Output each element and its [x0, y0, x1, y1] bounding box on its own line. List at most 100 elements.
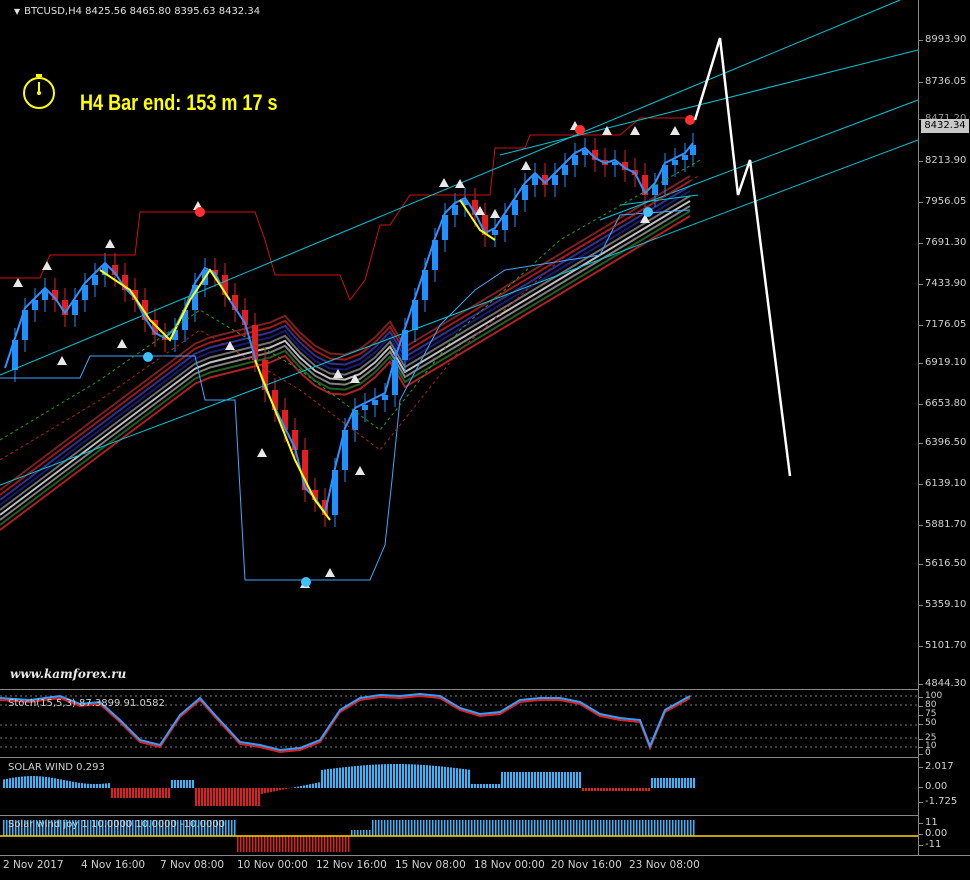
solar-wind-bar	[24, 776, 26, 788]
solar-wind-joy-bar	[231, 820, 233, 836]
time-label: 15 Nov 08:00	[395, 859, 466, 871]
solar-wind-joy-bar	[249, 836, 251, 852]
time-label: 18 Nov 00:00	[474, 859, 545, 871]
solar-wind-bar	[675, 778, 677, 788]
solar-wind-joy-bar	[432, 820, 434, 836]
solar-wind-joy-bar	[414, 820, 416, 836]
main-chart-pane[interactable]: ▼BTCUSD,H4 8425.56 8465.80 8395.63 8432.…	[0, 0, 918, 688]
solar-wind-bar	[357, 766, 359, 788]
solar-wind-bar	[69, 781, 71, 788]
solar-wind-joy-bar	[267, 836, 269, 852]
fractal-arrow-icon	[490, 209, 500, 218]
solar-wind-joy-bar	[279, 836, 281, 852]
solar-wind-bar	[561, 772, 563, 788]
solar-wind-joy-bar	[258, 836, 260, 852]
solar-wind-bar	[579, 772, 581, 788]
solar-wind-joy-bar	[420, 820, 422, 836]
solar-wind-bar	[315, 783, 317, 788]
solar-wind-bar	[666, 778, 668, 788]
solar-wind-bar	[537, 772, 539, 788]
fractal-arrow-icon	[117, 339, 127, 348]
solar-wind-bar	[582, 788, 584, 791]
solar-wind-bar	[36, 776, 38, 788]
solar-wind-bar	[354, 766, 356, 788]
solar-wind-joy-bar	[363, 830, 365, 836]
solar-wind-bar	[450, 767, 452, 788]
solar-wind-joy-bar	[669, 820, 671, 836]
candle-body	[372, 400, 378, 405]
solar-wind-joy-bar	[375, 820, 377, 836]
solar-wind-joy-bar	[579, 820, 581, 836]
price-tick: 7691.30	[925, 237, 966, 248]
stochastic-label: Stoch(15,5,3) 87.3899 91.0582	[8, 698, 165, 709]
solar-wind-bar	[378, 764, 380, 788]
solar-wind-bar	[99, 784, 101, 788]
time-label: 2 Nov 2017	[3, 859, 64, 871]
solar-wind-bar	[177, 780, 179, 788]
solar-wind-bar	[159, 788, 161, 798]
solar-wind-joy-pane[interactable]: Solar wind joy 1 10.0000 10.0000 -10.000…	[0, 815, 918, 856]
solar-wind-joy-bar	[243, 836, 245, 852]
symbol-info: ▼BTCUSD,H4 8425.56 8465.80 8395.63 8432.…	[14, 6, 260, 17]
solar-wind-pane[interactable]: SOLAR WIND 0.293	[0, 757, 918, 815]
price-tick: 6396.50	[925, 437, 966, 448]
solar-wind-bar	[198, 788, 200, 806]
solar-wind-bar	[543, 772, 545, 788]
solar-wind-bar	[285, 788, 287, 789]
solar-wind-joy-bar	[573, 820, 575, 836]
solar-wind-bar	[171, 780, 173, 788]
solar-wind-bar	[540, 772, 542, 788]
solar-wind-joy-bar	[663, 820, 665, 836]
solar-wind-bar	[345, 767, 347, 788]
stochastic-pane[interactable]: Stoch(15,5,3) 87.3899 91.0582	[0, 689, 918, 757]
time-label: 10 Nov 00:00	[237, 859, 308, 871]
solar-wind-bar	[633, 788, 635, 791]
collapse-arrow-icon[interactable]: ▼	[14, 7, 20, 16]
solar-wind-bar	[186, 780, 188, 788]
solar-wind-joy-bar	[531, 820, 533, 836]
solar-wind-joy-bar	[330, 836, 332, 852]
solar-wind-bar	[180, 780, 182, 788]
solar-wind-bar	[273, 788, 275, 791]
solar-wind-joy-bar	[441, 820, 443, 836]
solar-wind-joy-bar	[405, 820, 407, 836]
solar-wind-bar	[411, 764, 413, 788]
solar-wind-bar	[669, 778, 671, 788]
solar-wind-bar	[123, 788, 125, 798]
solar-wind-joy-bar	[480, 820, 482, 836]
solar-wind-bar	[168, 788, 170, 798]
last-price-marker: 8432.34	[921, 119, 969, 133]
fractal-arrow-icon	[42, 261, 52, 270]
solar-wind-bar	[477, 784, 479, 788]
joy-tick: -11	[925, 839, 941, 850]
solar-wind-bar	[93, 784, 95, 788]
fractal-arrow-icon	[325, 568, 335, 577]
solar-wind-joy-bar	[444, 820, 446, 836]
solar-wind-joy-bar	[588, 820, 590, 836]
fractal-arrow-icon	[439, 178, 449, 187]
solar-wind-bar	[141, 788, 143, 798]
solar-wind-joy-bar	[333, 836, 335, 852]
solar-wind-joy-bar	[423, 820, 425, 836]
solar-wind-bar	[408, 764, 410, 788]
solar-wind-bar	[306, 785, 308, 788]
trend-line	[0, 0, 900, 375]
solar-wind-joy-bar	[654, 820, 656, 836]
solar-wind-bar	[165, 788, 167, 798]
solar-wind-joy-bar	[456, 820, 458, 836]
solar-wind-bar	[228, 788, 230, 806]
solar-wind-bar	[390, 764, 392, 788]
solar-wind-bar	[237, 788, 239, 806]
solar-wind-bar	[423, 765, 425, 788]
solar-wind-bar	[387, 764, 389, 788]
solar-wind-joy-bar	[672, 820, 674, 836]
solar-wind-bar	[435, 766, 437, 788]
candle-body	[672, 160, 678, 165]
price-tick: 7956.05	[925, 196, 966, 207]
solar-wind-bar	[531, 772, 533, 788]
solar-wind-joy-bar	[288, 836, 290, 852]
solar-wind-joy-bar	[378, 820, 380, 836]
solar-wind-bar	[342, 767, 344, 788]
time-axis[interactable]: 2 Nov 2017 4 Nov 16:00 7 Nov 08:00 10 No…	[0, 855, 970, 880]
solar-wind-bar	[351, 766, 353, 788]
